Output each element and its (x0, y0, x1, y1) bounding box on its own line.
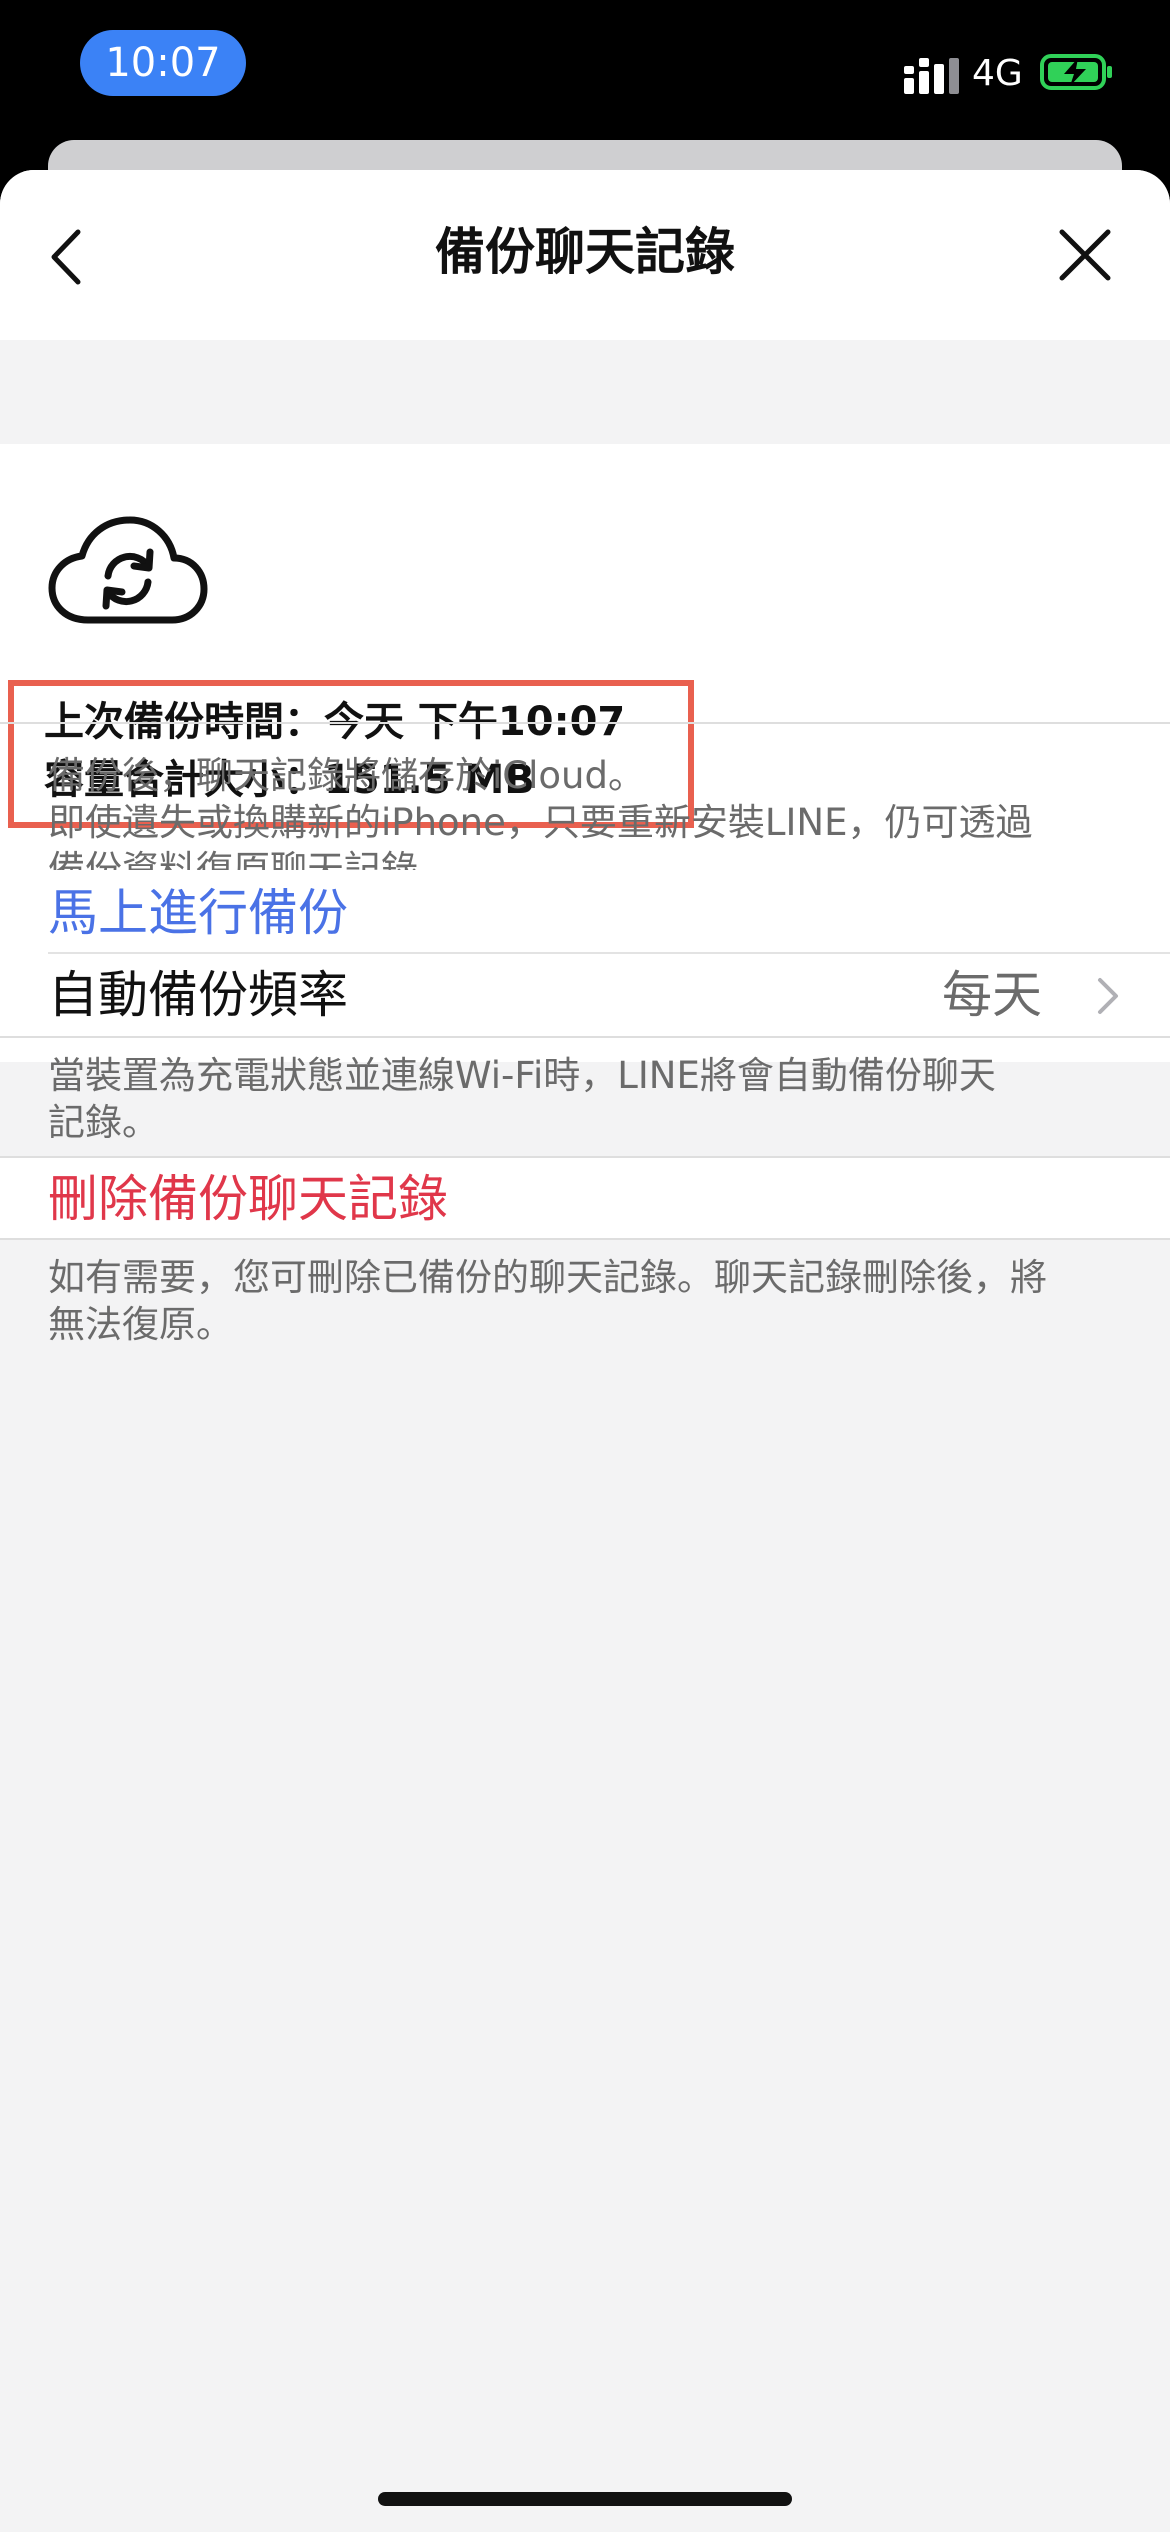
backup-chat-sheet: 備份聊天記錄 上次備份時間：今天 下午10:07 容量合計大小：151.5 MB… (0, 170, 1170, 2532)
auto-backup-label: 自動備份頻率 (48, 966, 348, 1024)
divider (0, 1238, 1170, 1240)
delete-description-line: 如有需要，您可刪除已備份的聊天記錄。聊天記錄刪除後，將 (48, 1256, 1047, 1299)
battery-charging-icon (1040, 54, 1112, 90)
home-indicator[interactable] (378, 2492, 792, 2506)
delete-description-line: 無法復原。 (48, 1303, 233, 1346)
network-type: 4G (972, 53, 1023, 94)
auto-backup-description-line: 記錄。 (48, 1101, 159, 1144)
auto-backup-description-line: 當裝置為充電狀態並連線Wi-Fi時，LINE將會自動備份聊天 (48, 1054, 996, 1097)
signal-strength-icon (904, 58, 959, 94)
auto-backup-description: 當裝置為充電狀態並連線Wi-Fi時，LINE將會自動備份聊天 記錄。 (48, 1052, 1138, 1146)
page-title: 備份聊天記錄 (435, 223, 735, 281)
delete-backup-label: 刪除備份聊天記錄 (48, 1170, 448, 1228)
divider (0, 1036, 1170, 1038)
backup-now-label: 馬上進行備份 (48, 884, 348, 942)
backup-description-line: 備份後，聊天記錄將儲存於iCloud。 (48, 754, 645, 797)
navigation-bar: 備份聊天記錄 (0, 170, 1170, 340)
cloud-sync-icon (48, 516, 208, 624)
status-bar: 10:07 4G (0, 0, 1170, 140)
divider (0, 722, 1170, 724)
delete-backup-button[interactable]: 刪除備份聊天記錄 (0, 1158, 1170, 1238)
auto-backup-frequency-row[interactable]: 自動備份頻率 每天 (0, 954, 1170, 1036)
backup-description-line: 即使遺失或換購新的iPhone，只要重新安裝LINE，仍可透過 (48, 801, 1033, 844)
close-icon[interactable] (1052, 222, 1118, 288)
delete-description: 如有需要，您可刪除已備份的聊天記錄。聊天記錄刪除後，將 無法復原。 (48, 1254, 1138, 1348)
chevron-right-icon (1098, 978, 1118, 1014)
auto-backup-value: 每天 (942, 966, 1042, 1024)
status-time: 10:07 (80, 30, 246, 96)
